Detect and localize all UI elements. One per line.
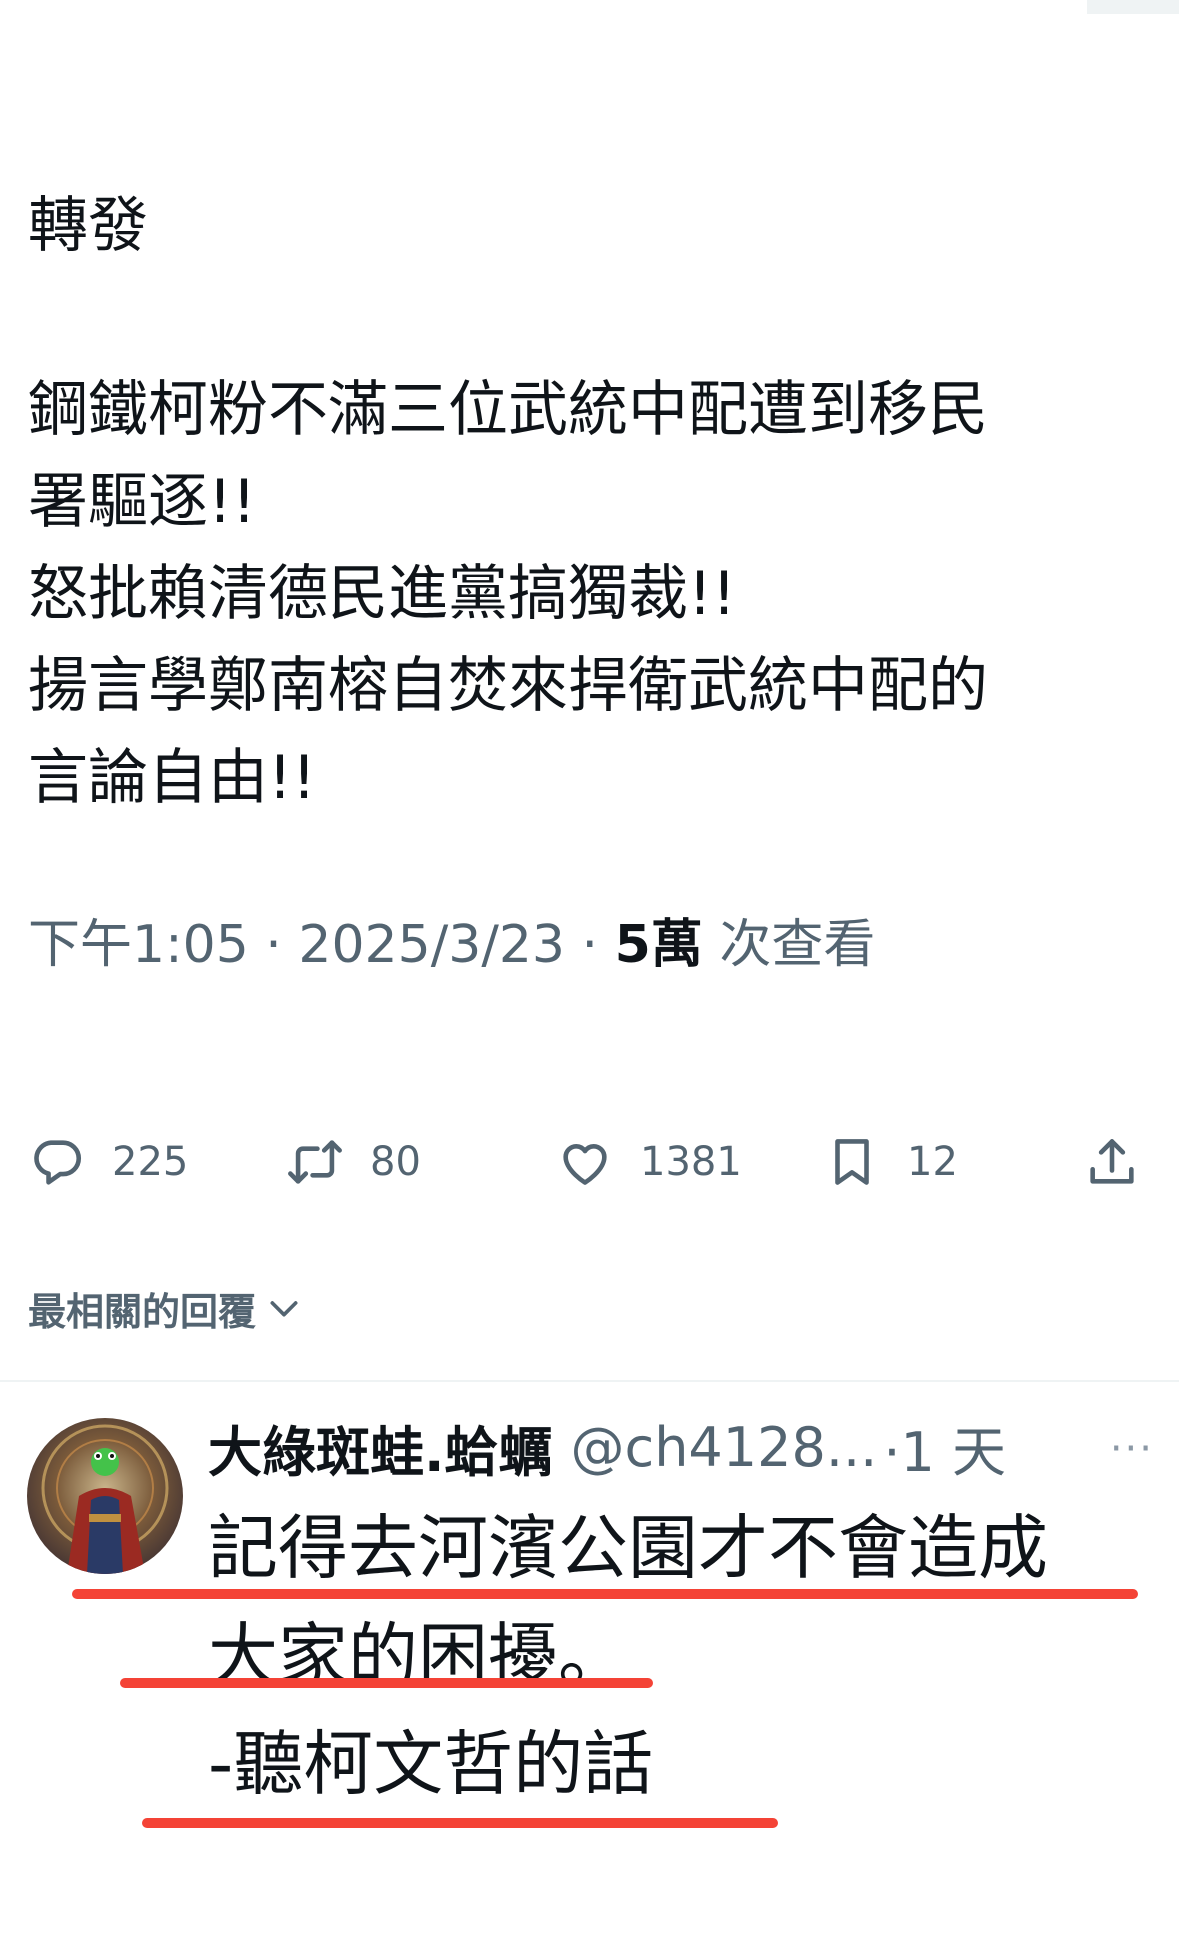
red-underline-mark (72, 1589, 1138, 1599)
bookmark-count: 12 (907, 1139, 958, 1185)
post-meta: 下午1:05 · 2025/3/23 · 5萬 次查看 (28, 905, 875, 985)
reply-author-name[interactable]: 大綠斑蛙.蛤蠣 (208, 1408, 553, 1487)
avatar[interactable] (27, 1418, 183, 1574)
red-underline-mark (142, 1818, 778, 1828)
action-bar: 225 80 1381 12 (28, 1130, 1148, 1194)
share-button[interactable] (1083, 1130, 1141, 1194)
reply-count: 225 (112, 1139, 189, 1185)
chevron-down-icon (270, 1301, 298, 1317)
retweet-icon (288, 1140, 342, 1184)
reply-icon (34, 1140, 81, 1185)
more-icon[interactable]: ··· (1110, 1426, 1154, 1472)
post-text-line: 言論自由!! (28, 743, 317, 813)
post-text: 轉發 鋼鐵柯粉不滿三位武統中配遭到移民 署驅逐!! 怒批賴清德民進黨搞獨裁!! … (28, 180, 1148, 824)
reply-text: 記得去河濱公園才不會造成 大家的困擾。 -聽柯文哲的話 (208, 1494, 1048, 1818)
views-label: 次查看 (702, 915, 876, 975)
like-count: 1381 (640, 1139, 742, 1185)
post-time[interactable]: 下午1:05 (28, 915, 249, 975)
replies-sort-dropdown[interactable]: 最相關的回覆 (28, 1278, 304, 1338)
reply-text-line: -聽柯文哲的話 (208, 1723, 654, 1805)
bookmark-button[interactable]: 12 (823, 1130, 958, 1194)
post-text-line: 鋼鐵柯粉不滿三位武統中配遭到移民 (28, 375, 988, 445)
divider (0, 1380, 1179, 1382)
meta-separator: · (248, 915, 299, 975)
top-edge-chip (1087, 0, 1179, 14)
retweet-button[interactable]: 80 (286, 1130, 421, 1194)
reply-text-line: 大家的困擾。 (208, 1615, 628, 1697)
red-underline-mark (120, 1678, 653, 1688)
post-text-line: 轉發 (28, 191, 148, 261)
views-count[interactable]: 5萬 (615, 915, 703, 975)
bookmark-icon (835, 1139, 869, 1185)
reply-button[interactable]: 225 (28, 1130, 188, 1194)
post-text-line: 揚言學鄭南榕自焚來捍衛武統中配的 (28, 651, 988, 721)
post-text-line: 怒批賴清德民進黨搞獨裁!! (28, 559, 737, 629)
retweet-count: 80 (370, 1139, 421, 1185)
post-date[interactable]: 2025/3/23 (298, 915, 565, 975)
reply-time[interactable]: ·1 天 (883, 1408, 1006, 1487)
reply-author-handle[interactable]: @ch4128... (571, 1416, 878, 1479)
reply-header: 大綠斑蛙.蛤蠣 @ch4128... ·1 天 ··· (208, 1406, 1168, 1488)
avatar-image (27, 1418, 183, 1574)
share-icon (1090, 1139, 1134, 1184)
replies-sort-label: 最相關的回覆 (28, 1289, 257, 1334)
like-button[interactable]: 1381 (556, 1130, 742, 1194)
reply-text-line: 記得去河濱公園才不會造成 (208, 1507, 1048, 1589)
like-icon (563, 1143, 607, 1185)
meta-separator: · (565, 915, 615, 975)
post-text-line: 署驅逐!! (28, 467, 257, 537)
